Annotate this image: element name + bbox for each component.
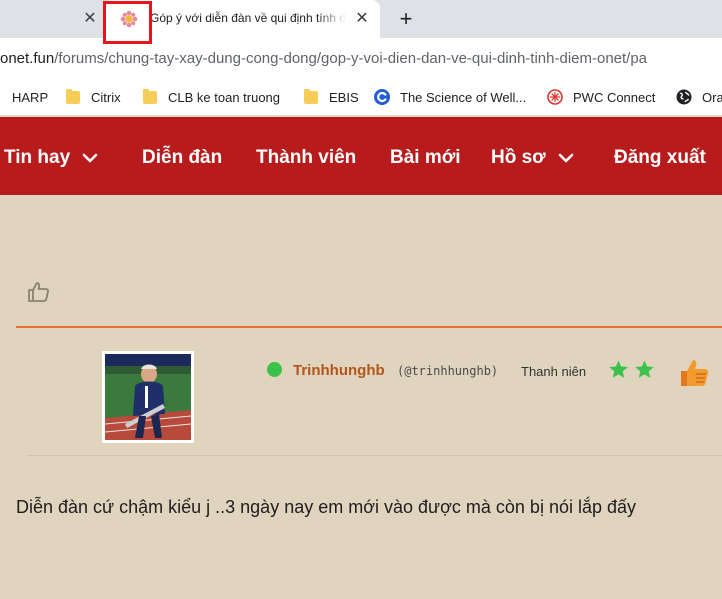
avatar[interactable] xyxy=(102,351,194,443)
bookmark-label: EBIS xyxy=(329,89,359,105)
nav-dien-dan[interactable]: Diễn đàn xyxy=(142,147,222,169)
tab-strip: ✕ Góp ý với diễn đàn về qui định tính đi… xyxy=(0,0,722,44)
globe-icon xyxy=(676,89,692,105)
nav-tin-hay[interactable]: Tin hay xyxy=(4,147,98,169)
nav-ho-so[interactable]: Hồ sơ xyxy=(491,147,574,169)
section-divider xyxy=(16,326,722,328)
bookmark-label: PWC Connect xyxy=(573,89,656,105)
bookmark-label: CLB ke toan truong xyxy=(168,89,281,105)
nav-label: Hồ sơ xyxy=(491,147,546,168)
bookmark-science-of-well[interactable]: The Science of Well... xyxy=(374,88,526,106)
bookmark-label: The Science of Well... xyxy=(400,89,527,105)
nav-bai-moi[interactable]: Bài mới xyxy=(390,147,461,169)
url-text[interactable]: onet.fun/forums/chung-tay-xay-dung-cong-… xyxy=(0,50,647,67)
chevron-down-icon xyxy=(82,153,98,163)
bookmark-ora[interactable]: Ora xyxy=(676,88,722,106)
nav-dang-xuat[interactable]: Đăng xuất xyxy=(614,147,706,169)
bookmarks-bar: HARP Citrix CLB ke toan truong EBIS The … xyxy=(0,78,722,116)
folder-icon xyxy=(304,88,318,104)
bookmark-ebis[interactable]: EBIS xyxy=(304,88,359,106)
nav-thanh-vien[interactable]: Thành viên xyxy=(256,147,356,169)
star-icon xyxy=(635,360,654,378)
tab-title: Góp ý với diễn đàn về qui định tính điểm… xyxy=(150,11,346,25)
new-tab-icon[interactable]: + xyxy=(394,6,418,32)
previous-tab-close-icon[interactable]: ✕ xyxy=(80,9,100,29)
thumbs-up-badge-icon xyxy=(681,360,709,386)
post-handle: (@trinhhunghb) xyxy=(397,364,499,378)
avatar-photo xyxy=(105,354,191,440)
post-username[interactable]: Trinhhunghb xyxy=(293,362,385,379)
online-status-indicator xyxy=(267,362,282,377)
favicon-highlight-box xyxy=(103,1,152,44)
bookmark-label: Ora xyxy=(702,89,722,105)
chevron-down-icon xyxy=(558,153,573,163)
url-host: onet.fun xyxy=(0,50,55,67)
post-header-divider xyxy=(27,455,722,456)
like-icon[interactable] xyxy=(27,280,51,304)
folder-icon xyxy=(143,88,157,104)
address-bar[interactable]: onet.fun/forums/chung-tay-xay-dung-cong-… xyxy=(0,38,722,78)
nav-label: Đăng xuất xyxy=(614,147,706,168)
post-body: Diễn đàn cứ chậm kiểu j ..3 ngày nay em … xyxy=(16,497,637,517)
nav-label: Bài mới xyxy=(390,147,461,168)
bookmark-pwc-connect[interactable]: PWC Connect xyxy=(547,88,655,106)
nav-label: Diễn đàn xyxy=(142,147,223,168)
bookmark-label: HARP xyxy=(12,89,49,105)
bookmark-clb-ke-toan-truong[interactable]: CLB ke toan truong xyxy=(143,88,280,106)
folder-icon xyxy=(66,88,80,104)
pwc-connect-icon xyxy=(547,89,563,105)
url-path: /forums/chung-tay-xay-dung-cong-dong/gop… xyxy=(54,50,648,67)
bookmark-harp[interactable]: HARP xyxy=(12,88,48,106)
tab-close-icon[interactable]: ✕ xyxy=(352,9,372,29)
bookmark-label: Citrix xyxy=(91,89,121,105)
star-icon xyxy=(609,360,628,378)
bookmark-citrix[interactable]: Citrix xyxy=(66,88,121,106)
nav-label: Tin hay xyxy=(4,147,71,168)
site-nav: Tin hay Diễn đàn Thành viên Bài mới Hồ s… xyxy=(0,117,722,195)
coursera-icon xyxy=(374,89,390,105)
user-rank: Thanh niên xyxy=(521,364,587,379)
nav-label: Thành viên xyxy=(256,147,357,168)
